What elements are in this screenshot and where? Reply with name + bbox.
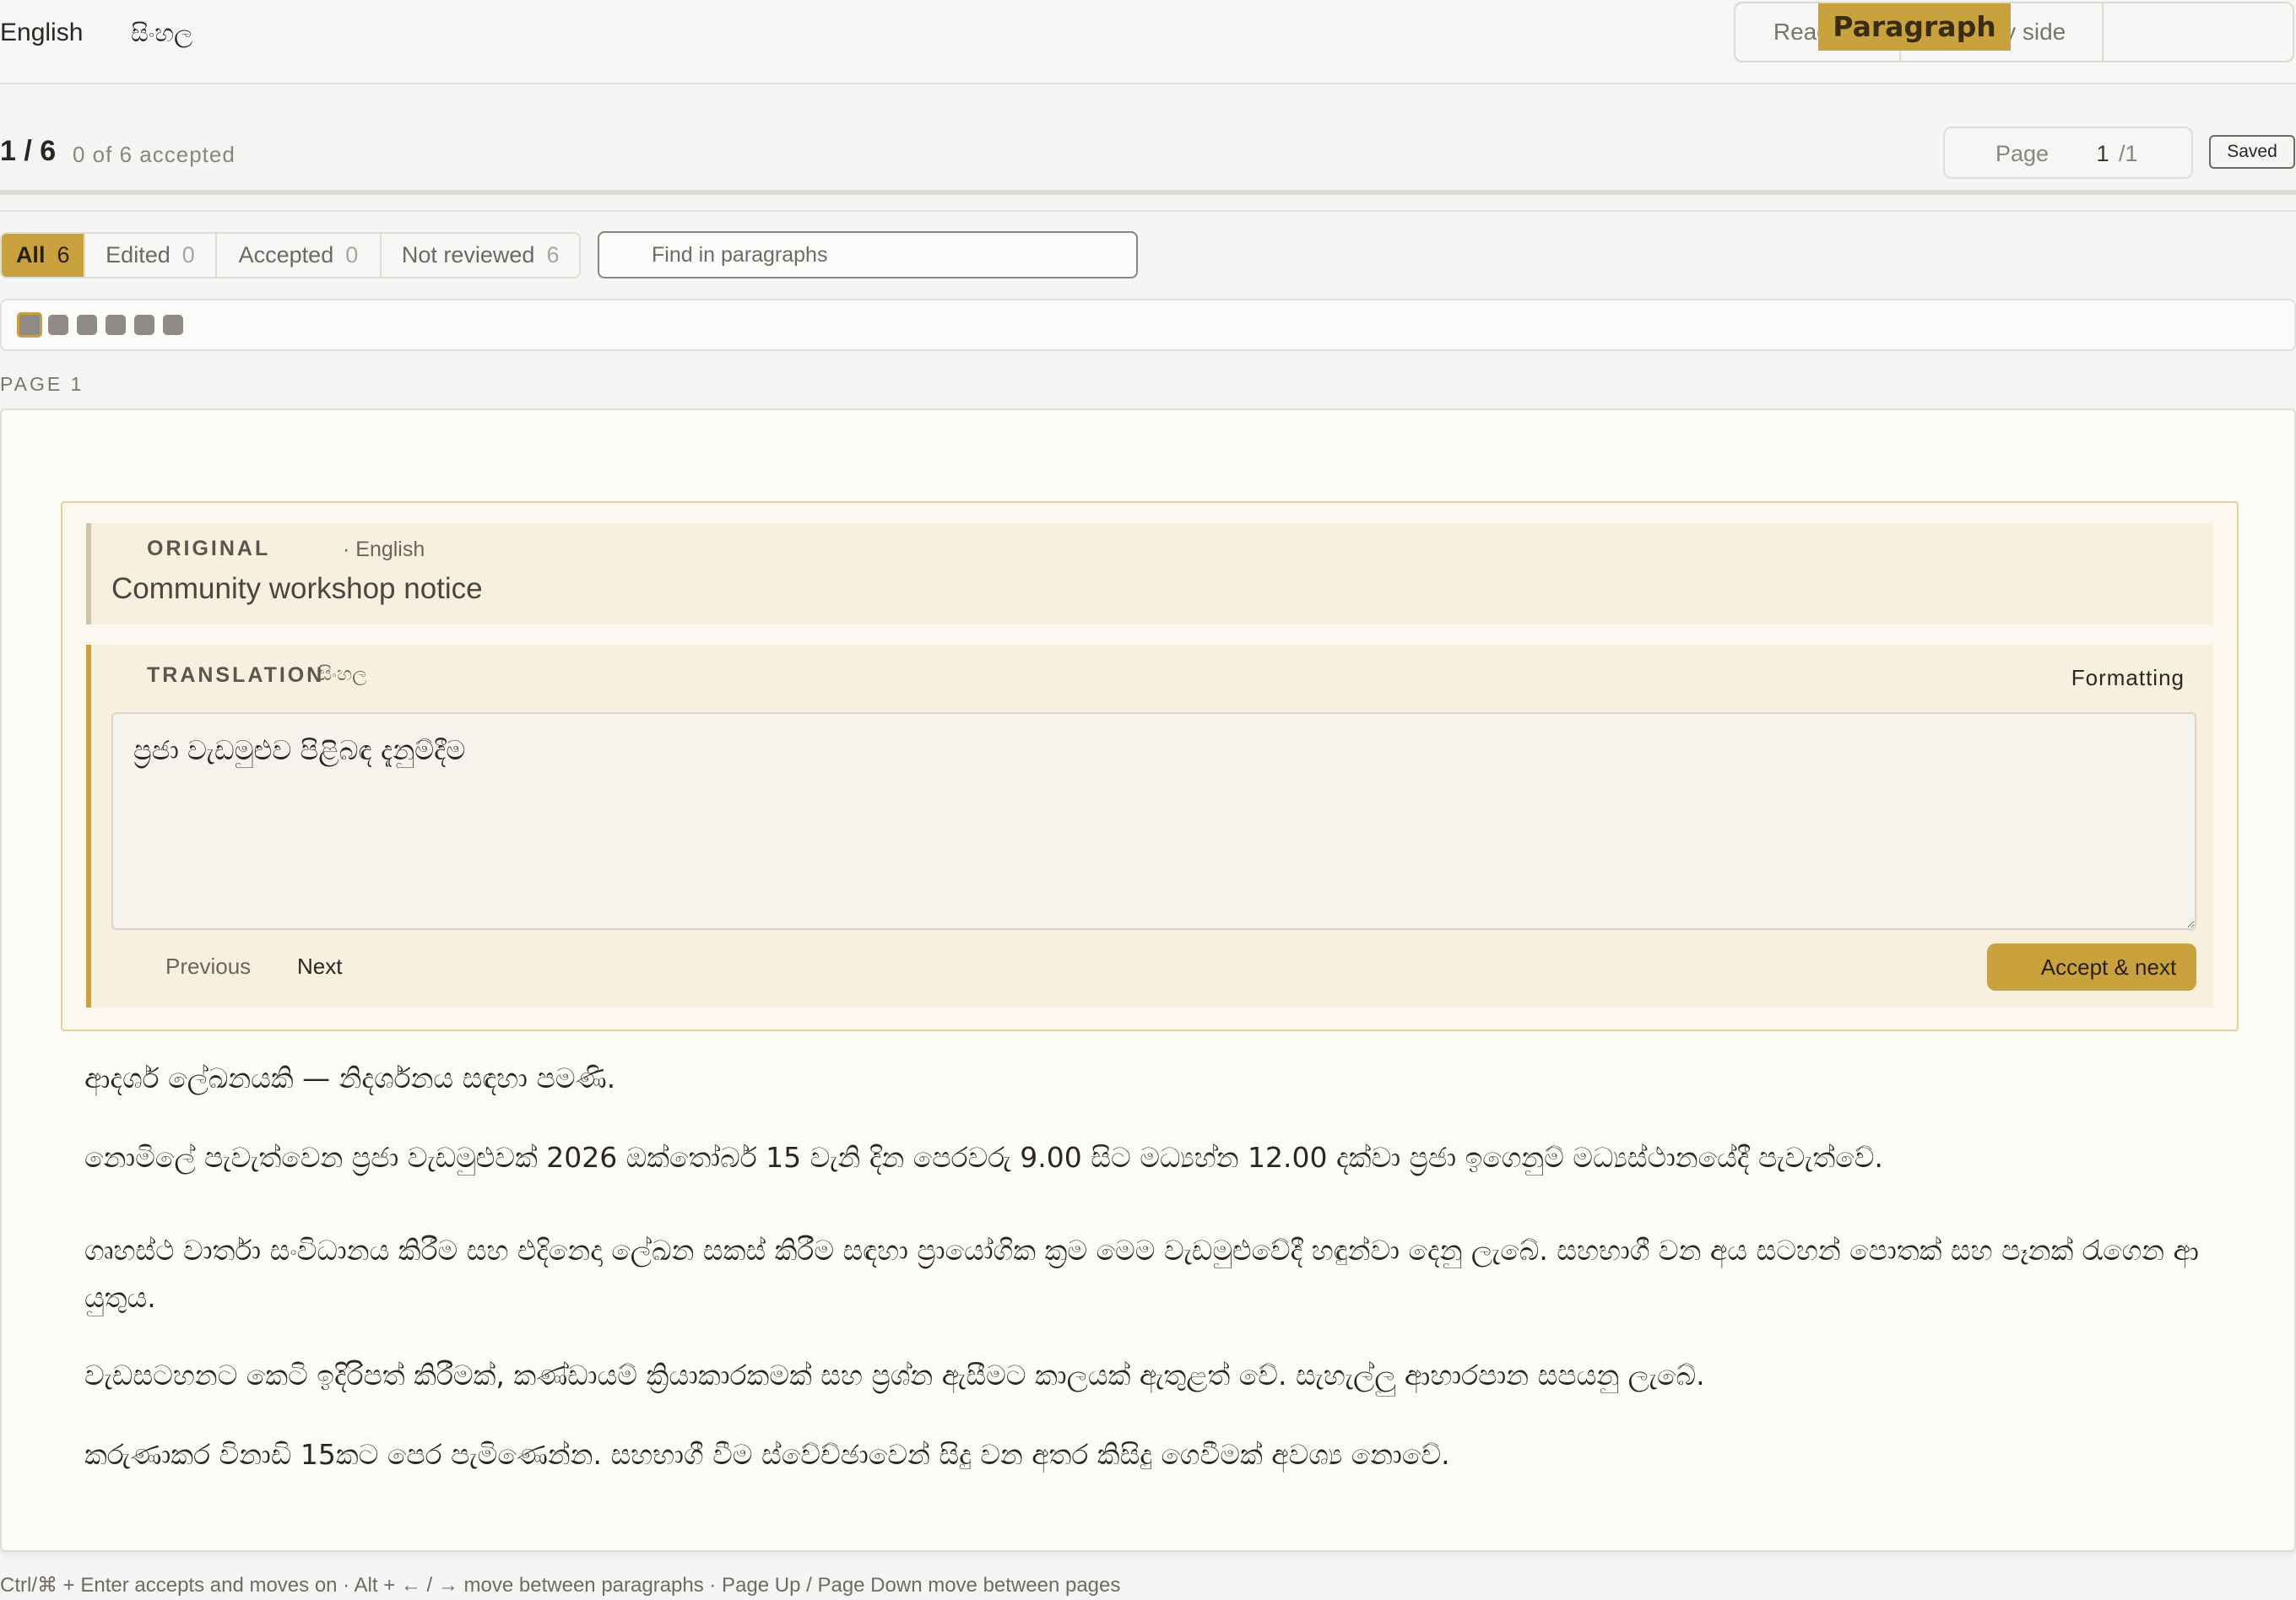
translation-block: TRANSLATION · සිංහල Formatting Previous …	[86, 645, 2213, 1008]
page-number-input[interactable]: 1	[2090, 141, 2115, 167]
paragraph-square[interactable]	[163, 315, 183, 335]
page-section-label: PAGE 1	[0, 373, 84, 395]
paragraph-editor: ORIGINAL · English Community workshop no…	[61, 501, 2239, 1031]
paragraph[interactable]: වැඩසටහනට කෙටි ඉදිරිපත් කිරීමක්, කණ්ඩායම්…	[84, 1352, 2228, 1399]
filter-not-reviewed-tab[interactable]: Not reviewed 6	[382, 234, 579, 277]
keyboard-shortcuts-hint: Ctrl/⌘ + Enter accepts and moves on · Al…	[0, 1574, 1121, 1597]
accept-next-button[interactable]: Accept & next	[1987, 943, 2196, 991]
filter-label: Accepted	[238, 242, 334, 268]
paragraph-square[interactable]	[48, 315, 68, 335]
top-bar: English සිංහල Reading Side by side Parag…	[0, 0, 2296, 84]
translation-language: · සිංහල	[306, 663, 367, 685]
filter-count: 0	[181, 242, 195, 268]
original-text: Community workshop notice	[111, 572, 483, 605]
filter-label: Edited	[106, 242, 171, 268]
filter-edited-tab[interactable]: Edited 0	[85, 234, 217, 277]
paragraph[interactable]: නොමිලේ පැවැත්වෙන ප්‍රජා වැඩමුළුවක් 2026 …	[84, 1134, 2228, 1181]
source-language-label[interactable]: English	[0, 19, 83, 47]
paragraph-square[interactable]	[17, 312, 42, 338]
translation-textarea[interactable]	[111, 712, 2196, 930]
previous-button[interactable]: Previous	[165, 954, 251, 980]
divider	[0, 210, 2296, 212]
original-label: ORIGINAL	[147, 537, 271, 560]
filter-label: Not reviewed	[401, 242, 535, 268]
next-button[interactable]: Next	[297, 954, 342, 980]
search-input[interactable]	[598, 231, 1138, 278]
paragraph-square[interactable]	[77, 315, 97, 335]
accepted-count: 0 of 6 accepted	[73, 142, 236, 167]
filter-count: 6	[546, 242, 560, 268]
page-navigator: Page 1 /1	[1943, 127, 2193, 179]
progress-bar	[0, 190, 2296, 195]
document-page: ORIGINAL · English Community workshop no…	[0, 408, 2296, 1552]
paragraph[interactable]: ගෘහස්ථ වාර්තා සංවිධානය කිරීම සහ එදිනෙදා …	[84, 1227, 2228, 1322]
view-mode-switcher: Reading Side by side Paragraph	[1734, 2, 2294, 62]
target-language-label[interactable]: සිංහල	[131, 19, 192, 48]
formatting-toggle[interactable]: Formatting	[2071, 665, 2185, 691]
paragraph-navigator-strip	[0, 299, 2296, 351]
save-status-badge: Saved	[2209, 135, 2295, 169]
mode-paragraph-button[interactable]: Paragraph	[1818, 3, 2011, 51]
filter-accepted-tab[interactable]: Accepted 0	[217, 234, 382, 277]
filter-count: 6	[57, 242, 70, 268]
original-block: ORIGINAL · English Community workshop no…	[86, 523, 2213, 624]
paragraph[interactable]: ආදර්ශ ලේඛනයකි — නිදර්ශනය සඳහා පමණි.	[84, 1055, 2228, 1102]
page-total: /1	[2119, 141, 2138, 166]
original-language: · English	[343, 538, 425, 561]
page-label: Page	[1995, 141, 2050, 166]
paragraph[interactable]: කරුණාකර විනාඩි 15කට පෙර පැමිණෙන්න. සහභාග…	[84, 1431, 2228, 1478]
translation-label: TRANSLATION	[147, 663, 325, 687]
paragraph-square[interactable]	[134, 315, 154, 335]
paragraph-square[interactable]	[106, 315, 126, 335]
filter-tabs: All 6 Edited 0 Accepted 0 Not reviewed 6	[0, 232, 581, 278]
filter-all-tab[interactable]: All 6	[2, 234, 86, 277]
filter-count: 0	[345, 242, 359, 268]
filter-label: All	[15, 242, 46, 268]
paragraph-counter: 1 / 6	[0, 135, 57, 167]
